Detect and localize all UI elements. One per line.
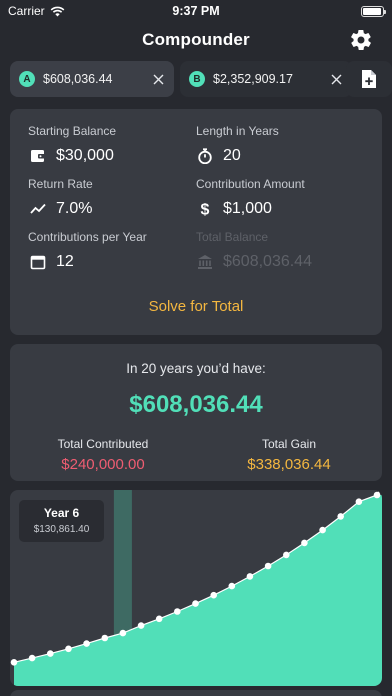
calendar-icon [30,255,46,270]
chart-point[interactable] [264,562,272,570]
chart-point[interactable] [47,650,54,657]
nav-bar: Compounder [0,22,392,60]
tab-letter-badge: A [19,71,35,87]
add-document-icon [362,70,376,88]
total-gain-value: $338,036.44 [247,456,331,473]
total-gain-label: Total Gain [261,437,317,451]
starting-balance-label: Starting Balance [28,124,117,138]
bank-icon [198,255,212,269]
status-bar: Carrier 9:37 PM [0,0,392,22]
chart-point[interactable] [137,622,145,629]
chart-point[interactable] [192,600,199,607]
tab-value: $2,352,909.17 [213,72,293,86]
inputs-panel: Starting Balance $30,000 Length in Years… [10,109,382,335]
tooltip-value: $130,861.40 [33,524,90,535]
growth-chart-panel[interactable]: Year 6 $130,861.40 [10,490,382,686]
return-rate-label: Return Rate [28,177,93,191]
trend-line-icon [30,203,46,214]
total-contributed-stat: Total Contributed $240,000.00 [28,437,178,473]
total-gain-stat: Total Gain $338,036.44 [214,437,364,473]
chart-point[interactable] [65,645,72,653]
tab-scenario-a[interactable]: A $608,036.44 [10,61,174,97]
chart-point[interactable] [28,654,36,662]
chart-point[interactable] [319,526,326,534]
chart-point[interactable] [228,582,236,590]
battery-level [363,7,382,15]
tab-value: $608,036.44 [43,72,113,86]
total-contributed-value: $240,000.00 [61,456,145,473]
length-years-value-row: 20 [197,147,241,165]
length-years-label: Length in Years [196,124,279,138]
chart-point[interactable] [119,629,127,637]
return-rate-value-row: 7.0% [30,200,92,218]
page-title: Compounder [142,30,250,49]
chart-point[interactable] [210,591,217,599]
stopwatch-icon [198,148,212,164]
total-balance-label: Total Balance [196,230,269,244]
next-panel-edge [10,690,382,696]
contribution-amount-value: $1,000 [223,200,272,217]
starting-balance-value: $30,000 [56,147,114,164]
contributions-per-year-value-row: 12 [30,253,74,271]
chart-point[interactable] [174,608,181,615]
result-total: $608,036.44 [129,391,263,418]
result-panel: In 20 years you’d have: $608,036.44 Tota… [10,344,382,481]
starting-balance-value-row: $30,000 [30,147,114,165]
chart-point[interactable] [155,615,163,623]
contributions-per-year-label: Contributions per Year [28,230,147,244]
dollar-icon: $ [201,202,210,218]
status-time: 9:37 PM [172,4,220,18]
chart-point[interactable] [10,659,18,666]
gear-icon[interactable] [349,28,373,52]
svg-text:$: $ [201,202,210,218]
tab-letter-badge: B [189,71,205,87]
chart-point[interactable] [355,498,363,505]
length-years-value: 20 [223,147,241,164]
chart-point[interactable] [101,634,109,642]
wallet-icon [31,150,45,162]
chart-tooltip: Year 6 $130,861.40 [19,500,104,542]
add-scenario-button[interactable] [346,61,392,97]
total-contributed-label: Total Contributed [57,437,149,451]
contributions-per-year-value: 12 [56,253,74,270]
chart-point[interactable] [301,539,308,547]
battery-icon [361,5,386,17]
total-balance-value: $608,036.44 [223,253,312,270]
contribution-amount-label: Contribution Amount [196,177,305,191]
chart-point[interactable] [246,573,254,580]
return-rate-value: 7.0% [56,200,93,217]
scenario-tabs: A $608,036.44 B $2,352,909.17 [10,61,392,97]
chart-point[interactable] [373,491,381,499]
result-heading: In 20 years you’d have: [126,361,266,376]
close-icon[interactable] [331,74,342,85]
contribution-amount-value-row: $ $1,000 [197,200,272,218]
chart-point[interactable] [83,640,90,647]
total-balance-value-row: $608,036.44 [197,253,312,271]
tooltip-year: Year 6 [43,506,80,520]
chart-point[interactable] [283,551,290,559]
close-icon[interactable] [153,74,164,85]
tab-scenario-b[interactable]: B $2,352,909.17 [180,61,352,97]
solve-button[interactable]: Solve for Total [10,298,382,315]
chart-point[interactable] [337,513,345,520]
